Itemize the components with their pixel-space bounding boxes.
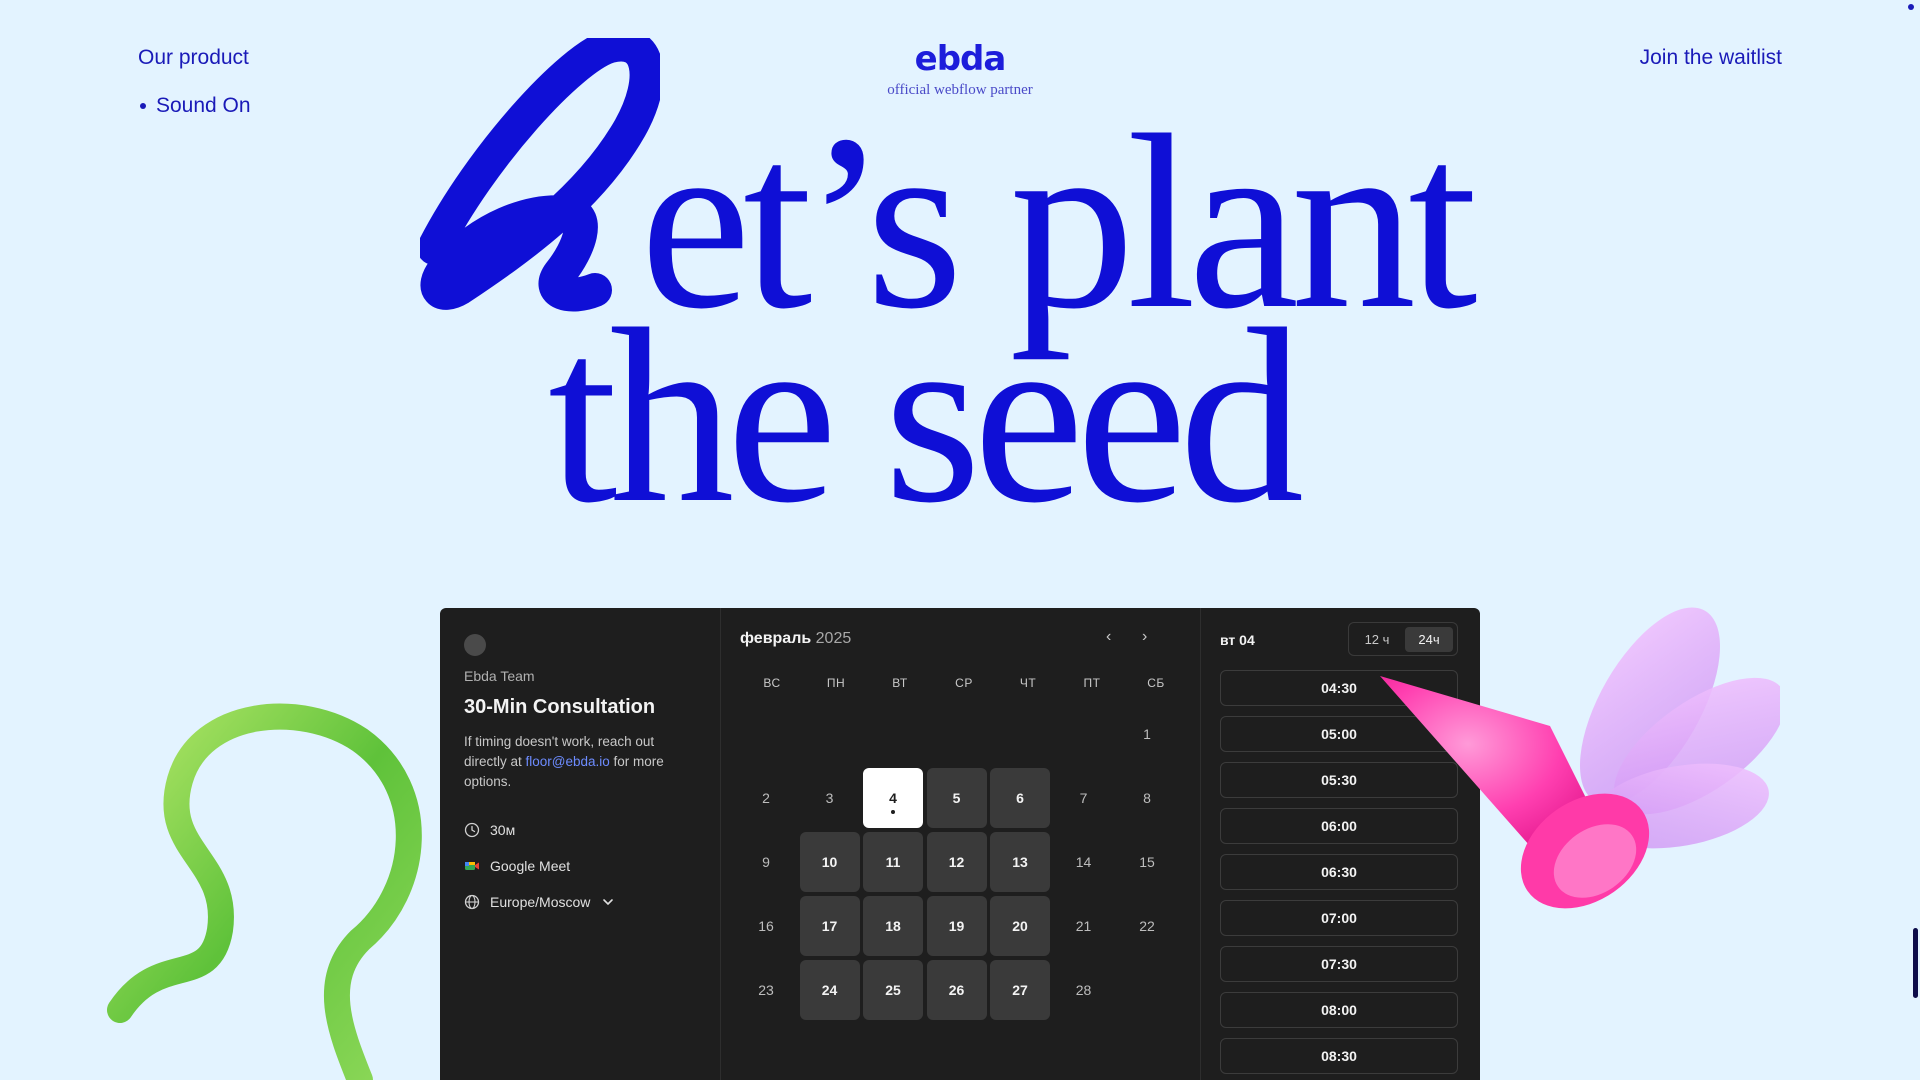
calendar-day[interactable]: 25 (863, 960, 923, 1020)
calendar-year: 2025 (815, 630, 852, 647)
timezone-select[interactable]: Europe/Moscow (464, 894, 616, 910)
avatar (464, 634, 486, 656)
calendar-day: 22 (1139, 918, 1155, 934)
globe-icon (464, 894, 480, 910)
booking-widget: Ebda Team 30-Min Consultation If timing … (440, 608, 1480, 1080)
calendar-day[interactable]: 17 (799, 896, 860, 956)
time-slot-button[interactable]: 07:00 (1220, 900, 1458, 936)
weekday-header: ВС ПН ВТ СР ЧТ ПТ СБ (740, 676, 1188, 690)
calendar-day[interactable]: 27 (990, 960, 1050, 1020)
calendar-day: 2 (762, 790, 770, 806)
event-details-panel: Ebda Team 30-Min Consultation If timing … (440, 608, 721, 1080)
time-format-toggle: 12 ч 24ч (1348, 622, 1458, 656)
calendar-day[interactable]: 18 (863, 896, 923, 956)
time-slot-button[interactable]: 08:00 (1220, 992, 1458, 1028)
calendar-day[interactable]: 26 (926, 960, 987, 1020)
calendar-day[interactable]: 6 (990, 768, 1050, 828)
calendar-day-selected[interactable]: 4 (863, 768, 923, 828)
calendar-day: 14 (1075, 854, 1092, 870)
time-slot-list: 04:30 05:00 05:30 06:00 06:30 07:00 07:30 08:00… (1220, 670, 1458, 1080)
duration-row: 30м (464, 822, 515, 838)
weekday-label: СБ (1147, 676, 1165, 690)
next-month-button[interactable]: › (1142, 628, 1147, 646)
time-slot-button[interactable]: 05:00 (1220, 716, 1458, 752)
weekday-label: СР (955, 676, 973, 690)
weekday-label: ПТ (1083, 676, 1101, 690)
calendar-day[interactable]: 20 (990, 896, 1050, 956)
timezone-value: Europe/Moscow (490, 894, 591, 910)
calendar-grid: 1 2 3 4 5 6 7 8 9 10 11 12 13 14 15 16 17 18 19 20 21 22 23 24 2… (736, 704, 1177, 1020)
scrollbar[interactable] (1913, 928, 1918, 998)
time-slot-button[interactable]: 08:30 (1220, 1038, 1458, 1074)
organizer-name: Ebda Team (464, 668, 535, 684)
selected-date-label: вт 04 (1220, 632, 1255, 648)
calendar-month-label: февраль 2025 (740, 630, 851, 648)
clock-icon (464, 822, 480, 838)
time-slot-button[interactable]: 06:00 (1220, 808, 1458, 844)
calendar-month: февраль (740, 630, 812, 647)
time-slot-button[interactable]: 05:30 (1220, 762, 1458, 798)
calendar-day[interactable]: 12 (926, 832, 987, 892)
event-description: If timing doesn't work, reach out direct… (464, 732, 694, 792)
hero-headline: et’s plant the seed (0, 0, 1920, 560)
calendar-day: 8 (1143, 790, 1151, 806)
green-ribbon-decoration (107, 703, 422, 1080)
calendar-day: 23 (758, 982, 774, 998)
calendar-day: 16 (758, 918, 774, 934)
format-24h-button[interactable]: 24ч (1405, 626, 1453, 652)
duration-value: 30м (490, 822, 516, 838)
calendar-day: 21 (1075, 918, 1092, 934)
calendar-day: 28 (1075, 982, 1092, 998)
format-12h-button[interactable]: 12 ч (1353, 627, 1401, 652)
location-row: Google Meet (464, 858, 570, 874)
weekday-label: ЧТ (1019, 676, 1037, 690)
location-value: Google Meet (490, 858, 571, 874)
prev-month-button[interactable]: ‹ (1106, 628, 1111, 646)
time-slot-button[interactable]: 04:30 (1220, 670, 1458, 706)
chevron-down-icon (603, 899, 614, 906)
email-link[interactable]: floor@ebda.io (526, 754, 610, 769)
google-meet-icon (465, 862, 479, 870)
calendar-day: 9 (762, 854, 770, 870)
calendar-panel: февраль 2025 ‹ › ВС ПН ВТ СР ЧТ ПТ СБ 12345678… (720, 608, 1201, 1080)
calendar-day[interactable]: 13 (990, 832, 1050, 892)
event-title: 30-Min Consultation (464, 696, 656, 718)
weekday-label: ВС (763, 676, 781, 690)
calendar-day: 15 (1139, 854, 1155, 870)
time-slots-panel: вт 04 12 ч 24ч 04:30 05:00 05:30 06:00 06:30… (1200, 608, 1480, 1080)
calendar-day: 7 (1079, 790, 1088, 806)
hero-line-2: the seed (548, 278, 1304, 555)
time-slot-button[interactable]: 06:30 (1220, 854, 1458, 890)
weekday-label: ПН (826, 676, 846, 690)
calendar-day[interactable]: 10 (799, 832, 860, 892)
calendar-day: 1 (1143, 726, 1151, 742)
calendar-day[interactable]: 5 (926, 768, 987, 828)
calendar-day[interactable]: 11 (863, 832, 923, 892)
calendar-day[interactable]: 24 (799, 960, 860, 1020)
calendar-day[interactable]: 19 (926, 896, 987, 956)
calendar-day: 3 (825, 790, 834, 806)
weekday-label: ВТ (892, 676, 908, 690)
time-slot-button[interactable]: 07:30 (1220, 946, 1458, 982)
